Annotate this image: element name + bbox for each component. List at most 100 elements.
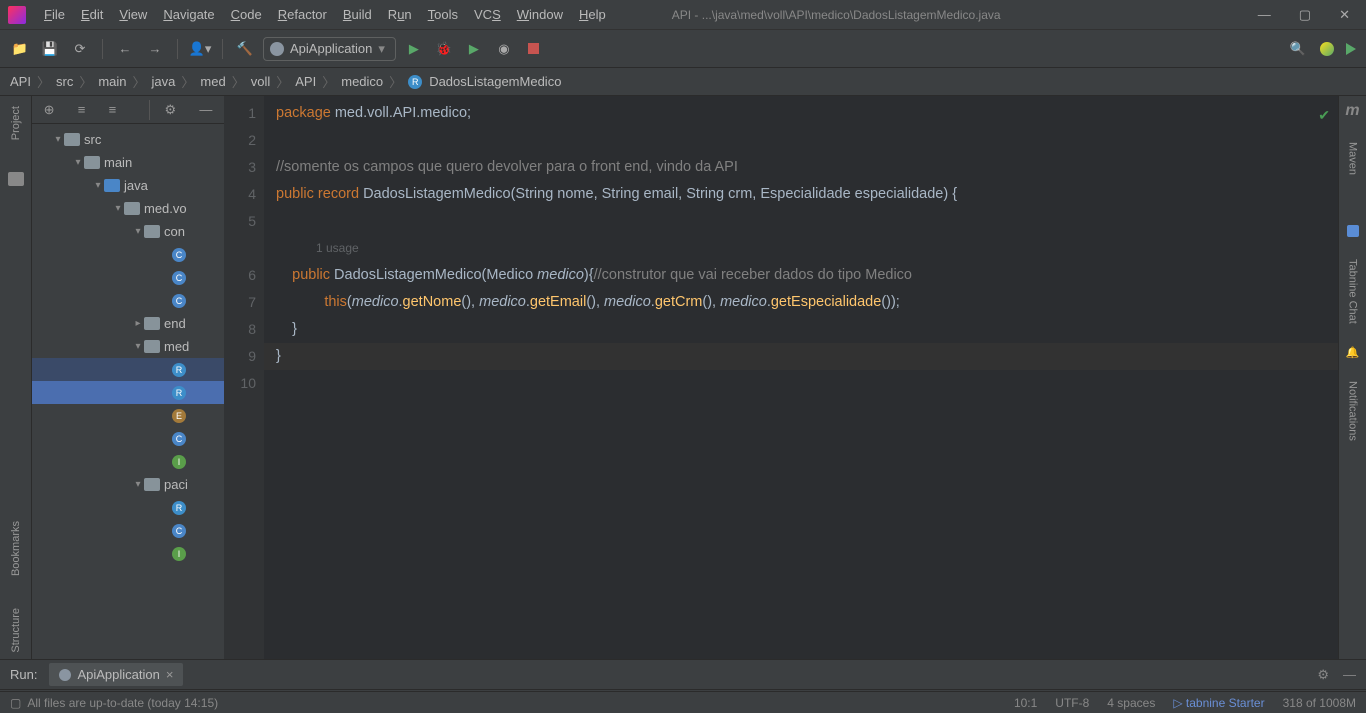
run-icon[interactable]: ▶: [402, 37, 426, 61]
maximize-icon[interactable]: ▢: [1299, 7, 1311, 23]
close-run-tab-icon[interactable]: ×: [166, 667, 174, 682]
window-title-path: API - ...\java\med\voll\API\medico\Dados…: [672, 8, 1001, 22]
open-icon[interactable]: 📁: [8, 37, 32, 61]
menu-edit[interactable]: Edit: [75, 3, 109, 26]
run-tool-window-header: Run: ApiApplication × ⚙ —: [0, 659, 1366, 689]
bc-api2[interactable]: API: [295, 74, 316, 89]
tab-project[interactable]: Project: [8, 100, 24, 146]
main-area: Project Bookmarks Structure ⊕ ≡ ≡ ⚙ — ▾s…: [0, 96, 1366, 659]
memory-indicator[interactable]: 318 of 1008M: [1283, 696, 1356, 710]
app-logo: [8, 6, 26, 24]
tree-item-c4[interactable]: C: [32, 427, 224, 450]
back-icon[interactable]: ←: [113, 37, 137, 61]
build-icon[interactable]: 🔨: [233, 37, 257, 61]
breadcrumb: API〉 src〉 main〉 java〉 med〉 voll〉 API〉 me…: [0, 68, 1366, 96]
tree-main[interactable]: ▾main: [32, 151, 224, 174]
tree-item-c2[interactable]: C: [32, 266, 224, 289]
tab-maven[interactable]: Maven: [1345, 138, 1361, 179]
menu-tools[interactable]: Tools: [422, 3, 464, 26]
tree-paci[interactable]: ▾paci: [32, 473, 224, 496]
usage-hint[interactable]: 1 usage: [276, 235, 1338, 262]
bc-src[interactable]: src: [56, 74, 73, 89]
tree-expand-icon[interactable]: ≡: [74, 100, 90, 119]
tree-item-e[interactable]: E: [32, 404, 224, 427]
run-tab-icon: [59, 669, 71, 681]
coverage-icon[interactable]: ▶: [462, 37, 486, 61]
menu-run[interactable]: Run: [382, 3, 418, 26]
bc-main[interactable]: main: [98, 74, 126, 89]
tree-hide-icon[interactable]: —: [195, 100, 216, 119]
menu-window[interactable]: Window: [511, 3, 569, 26]
tab-tabnine[interactable]: Tabnine Chat: [1345, 255, 1361, 328]
bell-icon[interactable]: 🔔: [1346, 346, 1360, 359]
bc-java[interactable]: java: [152, 74, 176, 89]
tabnine-status[interactable]: ▷ tabnine Starter: [1173, 696, 1264, 710]
search-icon[interactable]: 🔍: [1286, 37, 1310, 61]
project-folder-icon[interactable]: [8, 172, 24, 186]
codewithme-icon[interactable]: [1320, 42, 1334, 56]
left-tool-gutter: Project Bookmarks Structure: [0, 96, 32, 659]
maven-icon[interactable]: m: [1345, 102, 1359, 120]
tree-med[interactable]: ▾med: [32, 335, 224, 358]
bc-med[interactable]: med: [200, 74, 225, 89]
tree-medvo[interactable]: ▾med.vo: [32, 197, 224, 220]
save-icon[interactable]: 💾: [38, 37, 62, 61]
tree-item-i2[interactable]: I: [32, 542, 224, 565]
menu-navigate[interactable]: Navigate: [157, 3, 220, 26]
run-config-selector[interactable]: ApiApplication ▾: [263, 37, 396, 61]
bc-voll[interactable]: voll: [251, 74, 271, 89]
tree-item-r1[interactable]: R: [32, 358, 224, 381]
menu-vcs[interactable]: VCS: [468, 3, 507, 26]
stop-icon[interactable]: [522, 37, 546, 61]
code-editor[interactable]: 12345 678910 ✔ package med.voll.API.medi…: [224, 96, 1338, 659]
encoding[interactable]: UTF-8: [1055, 696, 1089, 710]
run-tab[interactable]: ApiApplication ×: [49, 663, 183, 686]
forward-icon[interactable]: →: [143, 37, 167, 61]
run-config-icon: [270, 42, 284, 56]
run-settings-icon[interactable]: ⚙: [1317, 667, 1329, 683]
caret-position[interactable]: 10:1: [1014, 696, 1037, 710]
tree-item-r2-selected[interactable]: R: [32, 381, 224, 404]
menu-file[interactable]: File: [38, 3, 71, 26]
line-gutter: 12345 678910: [224, 96, 264, 659]
sync-icon[interactable]: ⟳: [68, 37, 92, 61]
menu-code[interactable]: Code: [225, 3, 268, 26]
record-icon: R: [408, 75, 422, 89]
tree-settings-icon[interactable]: ⚙: [149, 100, 180, 120]
tree-item-c1[interactable]: C: [32, 243, 224, 266]
menu-bar: File Edit View Navigate Code Refactor Bu…: [38, 3, 612, 26]
tree-con[interactable]: ▾con: [32, 220, 224, 243]
minimize-icon[interactable]: —: [1258, 7, 1271, 23]
debug-icon[interactable]: 🐞: [432, 37, 456, 61]
tree-end[interactable]: ▸end: [32, 312, 224, 335]
bc-file[interactable]: DadosListagemMedico: [429, 74, 561, 89]
tree-select-icon[interactable]: ⊕: [40, 100, 59, 120]
tree-item-c3[interactable]: C: [32, 289, 224, 312]
bc-medico[interactable]: medico: [341, 74, 383, 89]
tab-structure[interactable]: Structure: [8, 602, 24, 659]
tree-collapse-icon[interactable]: ≡: [105, 100, 121, 119]
code-area[interactable]: ✔ package med.voll.API.medico; //somente…: [264, 96, 1338, 659]
user-icon[interactable]: 👤▾: [188, 37, 212, 61]
menu-build[interactable]: Build: [337, 3, 378, 26]
run-hide-icon[interactable]: —: [1343, 667, 1356, 683]
menu-view[interactable]: View: [113, 3, 153, 26]
tree-item-i[interactable]: I: [32, 450, 224, 473]
tabnine-icon[interactable]: [1347, 225, 1359, 237]
menu-refactor[interactable]: Refactor: [272, 3, 333, 26]
project-tree: ⊕ ≡ ≡ ⚙ — ▾src ▾main ▾java ▾med.vo ▾con …: [32, 96, 224, 659]
tabnine-play-icon[interactable]: [1344, 42, 1358, 56]
profile-icon[interactable]: ◉: [492, 37, 516, 61]
tab-notifications[interactable]: Notifications: [1345, 377, 1361, 445]
bc-api[interactable]: API: [10, 74, 31, 89]
tree-item-c5[interactable]: C: [32, 519, 224, 542]
title-bar: File Edit View Navigate Code Refactor Bu…: [0, 0, 1366, 30]
tree-item-r3[interactable]: R: [32, 496, 224, 519]
indent[interactable]: 4 spaces: [1107, 696, 1155, 710]
menu-help[interactable]: Help: [573, 3, 612, 26]
tree-src[interactable]: ▾src: [32, 128, 224, 151]
tab-bookmarks[interactable]: Bookmarks: [8, 515, 24, 582]
right-tool-gutter: m Maven Tabnine Chat 🔔 Notifications: [1338, 96, 1366, 659]
close-icon[interactable]: ✕: [1339, 7, 1350, 23]
tree-java[interactable]: ▾java: [32, 174, 224, 197]
